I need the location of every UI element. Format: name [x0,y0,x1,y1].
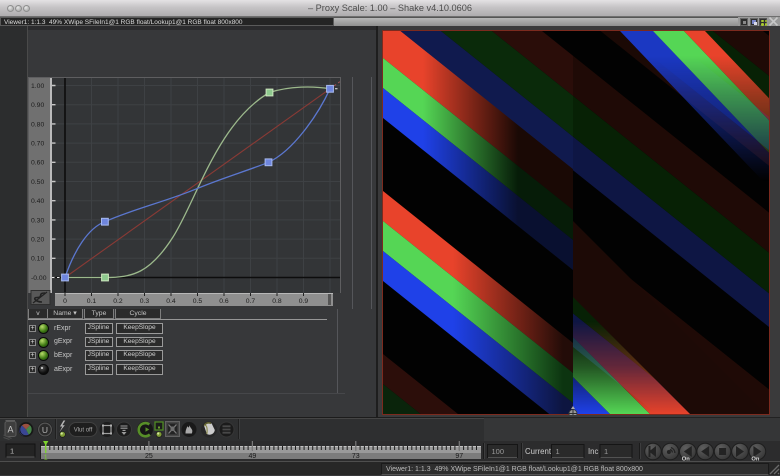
svg-text:0.90: 0.90 [31,102,44,109]
svg-text:U: U [42,425,48,435]
svg-text:Inc: Inc [588,447,599,456]
svg-text:0.20: 0.20 [31,237,44,244]
svg-text:0.6: 0.6 [219,298,229,305]
svg-text:Vlut off: Vlut off [74,427,93,433]
svg-text:0.50: 0.50 [31,179,44,186]
svg-text:0.9: 0.9 [299,298,309,305]
svg-text:-0.00: -0.00 [31,275,47,282]
svg-text:0.80: 0.80 [31,121,44,128]
svg-text:A: A [7,425,13,435]
svg-text:1: 1 [556,447,560,456]
svg-text:0.7: 0.7 [246,298,256,305]
svg-text:0.70: 0.70 [31,141,44,148]
svg-text:25: 25 [145,453,153,460]
svg-text:0.8: 0.8 [272,298,282,305]
svg-text:0.3: 0.3 [140,298,150,305]
svg-text:0.2: 0.2 [113,298,123,305]
svg-text:0.30: 0.30 [31,217,44,224]
svg-text:97: 97 [455,453,463,460]
svg-text:1: 1 [604,447,608,456]
svg-text:73: 73 [352,453,360,460]
svg-text:1: 1 [10,447,14,456]
svg-text:100: 100 [492,447,505,456]
svg-text:0.1: 0.1 [87,298,97,305]
svg-text:0.5: 0.5 [193,298,203,305]
svg-text:0.40: 0.40 [31,198,44,205]
svg-text:0.60: 0.60 [31,160,44,167]
svg-text:0.10: 0.10 [31,256,44,263]
svg-text:Current: Current [525,447,552,456]
svg-text:1.00: 1.00 [31,83,44,90]
svg-text:0.4: 0.4 [166,298,176,305]
svg-text:49: 49 [249,453,257,460]
svg-text:0: 0 [63,298,67,305]
